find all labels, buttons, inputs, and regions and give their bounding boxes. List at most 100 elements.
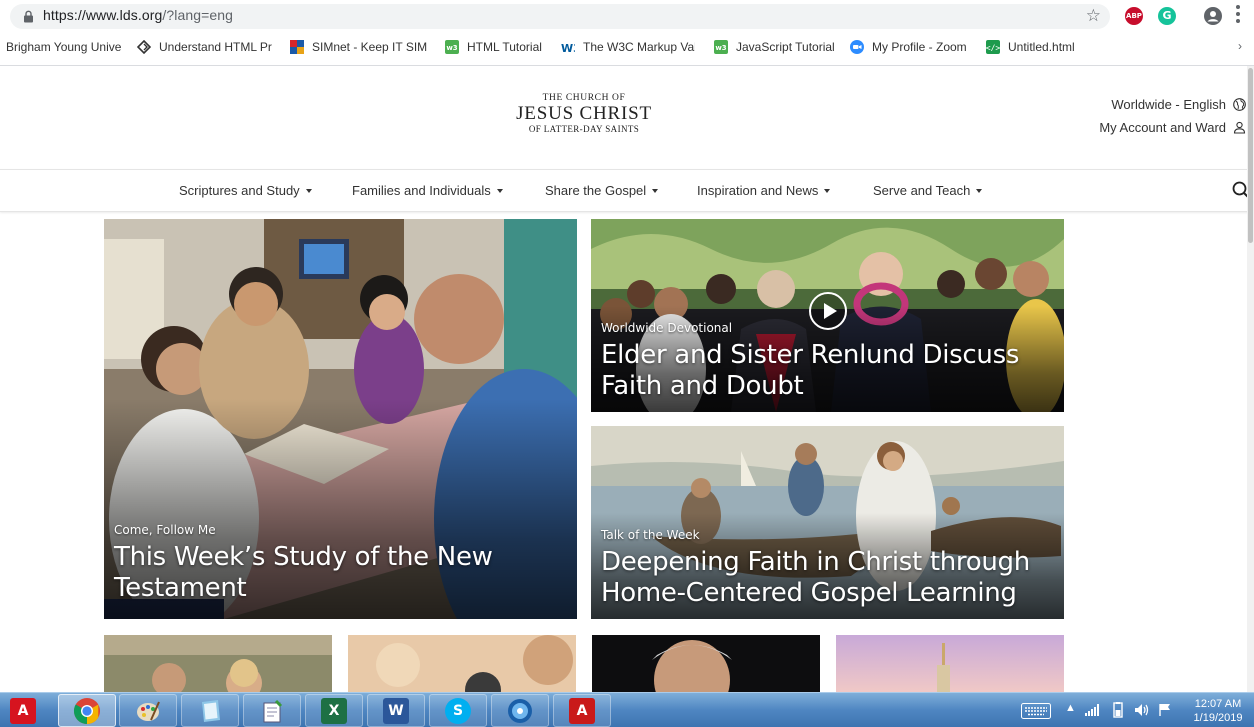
browser-menu-icon[interactable] bbox=[1236, 5, 1240, 25]
signal-icon[interactable] bbox=[1085, 704, 1101, 716]
w3schools-icon: w3 bbox=[445, 40, 459, 54]
bookmark-label: JavaScript Tutorial bbox=[736, 40, 835, 54]
card-headline: This Week’s Study of the New Testament bbox=[114, 542, 493, 604]
thumbnail-image bbox=[592, 635, 820, 693]
nav-label: Serve and Teach bbox=[873, 183, 971, 198]
notebook-icon bbox=[202, 699, 220, 722]
show-hidden-icons-icon[interactable]: ▲ bbox=[1065, 702, 1076, 714]
nav-label: Inspiration and News bbox=[697, 183, 819, 198]
thumbnail-image bbox=[836, 635, 1064, 693]
grammarly-icon[interactable]: G bbox=[1158, 7, 1176, 25]
avira-icon[interactable]: A bbox=[4, 695, 42, 726]
nav-serve-and-teach[interactable]: Serve and Teach bbox=[873, 183, 983, 198]
skype-icon: S bbox=[445, 697, 471, 724]
bookmark-star-icon[interactable]: ☆ bbox=[1086, 6, 1101, 26]
taskbar-chrome[interactable] bbox=[58, 694, 116, 727]
chevron-right-icon[interactable]: › bbox=[1238, 39, 1242, 53]
headline-line: Deepening Faith in Christ through bbox=[601, 547, 1030, 577]
site-logo[interactable]: THE CHURCH OF JESUS CHRIST OF LATTER-DAY… bbox=[500, 93, 668, 135]
nav-families-and-individuals[interactable]: Families and Individuals bbox=[352, 183, 503, 198]
thumbnail-card[interactable] bbox=[592, 635, 820, 693]
scrollbar-thumb[interactable] bbox=[1248, 68, 1253, 243]
bookmark-item[interactable]: Understand HTML Pr bbox=[137, 40, 272, 54]
svg-text:w3: w3 bbox=[715, 44, 726, 52]
volume-icon[interactable] bbox=[1134, 703, 1150, 717]
simnet-icon bbox=[290, 40, 304, 54]
zoom-icon bbox=[850, 40, 864, 54]
caret-down-icon bbox=[652, 189, 659, 193]
caret-down-icon bbox=[976, 189, 983, 193]
address-bar[interactable]: https://www.lds.org/?lang=eng ☆ bbox=[10, 4, 1110, 29]
media-player-icon bbox=[508, 698, 532, 723]
nav-inspiration-and-news[interactable]: Inspiration and News bbox=[697, 183, 831, 198]
main-navigation: Scriptures and Study Families and Indivi… bbox=[0, 169, 1254, 212]
battery-icon[interactable] bbox=[1110, 702, 1126, 718]
chrome-icon bbox=[73, 697, 100, 724]
feature-card-come-follow-me[interactable]: Come, Follow Me This Week’s Study of the… bbox=[104, 219, 577, 619]
account-link[interactable]: My Account and Ward bbox=[1099, 120, 1246, 135]
system-clock[interactable]: 12:07 AM 1/19/2019 bbox=[1188, 697, 1248, 725]
svg-text:W3: W3 bbox=[561, 42, 575, 54]
avira-logo: A bbox=[10, 697, 36, 724]
svg-text:</>: </> bbox=[986, 44, 1000, 53]
page-scrollbar[interactable] bbox=[1247, 66, 1254, 692]
headline-line: Faith and Doubt bbox=[601, 371, 804, 401]
bookmarks-bar: Brigham Young Unive Understand HTML Pr S… bbox=[0, 35, 1254, 61]
nav-scriptures-and-study[interactable]: Scriptures and Study bbox=[179, 183, 312, 198]
taskbar-paint[interactable] bbox=[119, 694, 177, 727]
taskbar-excel[interactable]: X bbox=[305, 694, 363, 727]
headline-line: Elder and Sister Renlund Discuss bbox=[601, 340, 1020, 370]
card-kicker: Worldwide Devotional bbox=[601, 321, 733, 335]
browser-toolbar: https://www.lds.org/?lang=eng ☆ ABP G Br… bbox=[0, 0, 1254, 66]
flag-icon[interactable] bbox=[1158, 703, 1172, 717]
bookmark-item[interactable]: </> Untitled.html bbox=[986, 40, 1086, 54]
svg-text:w3: w3 bbox=[446, 44, 457, 52]
bookmark-label: My Profile - Zoom bbox=[872, 40, 967, 54]
feature-card-talk-of-the-week[interactable]: Talk of the Week Deepening Faith in Chri… bbox=[591, 426, 1064, 619]
bookmark-item[interactable]: Brigham Young Unive bbox=[6, 40, 121, 54]
thumbnail-card[interactable] bbox=[836, 635, 1064, 693]
paint-palette-icon bbox=[137, 701, 160, 721]
logo-line-3: OF LATTER-DAY SAINTS bbox=[528, 124, 640, 134]
diamond-icon bbox=[137, 40, 151, 54]
bookmark-item[interactable]: w3 HTML Tutorial bbox=[445, 40, 545, 54]
thumbnail-card[interactable] bbox=[348, 635, 576, 693]
taskbar-word[interactable]: W bbox=[367, 694, 425, 727]
caret-down-icon bbox=[496, 189, 503, 193]
globe-icon bbox=[1233, 98, 1246, 111]
clock-time: 12:07 AM bbox=[1194, 698, 1242, 710]
url-host: https://www.lds.org bbox=[43, 7, 163, 23]
headline-line: This Week’s Study of the New bbox=[114, 542, 493, 572]
feature-card-worldwide-devotional[interactable]: Worldwide Devotional Elder and Sister Re… bbox=[591, 219, 1064, 412]
taskbar-media-player[interactable] bbox=[491, 694, 549, 727]
notepad-icon bbox=[263, 699, 283, 722]
adblock-plus-icon[interactable]: ABP bbox=[1125, 7, 1143, 25]
url-path: /?lang=eng bbox=[162, 7, 234, 23]
taskbar-acrobat[interactable]: A bbox=[553, 694, 611, 727]
bookmark-item[interactable]: W3 The W3C Markup Val bbox=[561, 40, 695, 54]
card-headline: Deepening Faith in Christ through Home-C… bbox=[601, 547, 1030, 609]
keyboard-icon[interactable] bbox=[1021, 703, 1051, 719]
windows-taskbar: A X W S A ▲ 12:07 AM 1/19/2019 bbox=[0, 692, 1254, 727]
language-selector[interactable]: Worldwide - English bbox=[1111, 97, 1246, 112]
w3schools-icon: w3 bbox=[714, 40, 728, 54]
taskbar-skype[interactable]: S bbox=[429, 694, 487, 727]
play-video-icon[interactable] bbox=[809, 292, 847, 330]
bookmark-item[interactable]: SIMnet - Keep IT SIM bbox=[290, 40, 427, 54]
profile-icon[interactable] bbox=[1204, 7, 1222, 25]
nav-label: Scriptures and Study bbox=[179, 183, 300, 198]
bookmark-item[interactable]: w3 JavaScript Tutorial bbox=[714, 40, 836, 54]
caret-down-icon bbox=[824, 189, 831, 193]
bookmark-label: The W3C Markup Val bbox=[583, 40, 695, 54]
thumbnail-image bbox=[104, 635, 332, 693]
logo-line-2: JESUS CHRIST bbox=[516, 103, 652, 124]
nav-label: Families and Individuals bbox=[352, 183, 491, 198]
taskbar-notebook[interactable] bbox=[181, 694, 239, 727]
thumbnail-card[interactable] bbox=[104, 635, 332, 693]
taskbar-notepad[interactable] bbox=[243, 694, 301, 727]
headline-line: Home-Centered Gospel Learning bbox=[601, 578, 1017, 608]
code-file-icon: </> bbox=[986, 40, 1000, 54]
w3c-icon: W3 bbox=[561, 42, 575, 54]
nav-share-the-gospel[interactable]: Share the Gospel bbox=[545, 183, 659, 198]
bookmark-item[interactable]: My Profile - Zoom bbox=[850, 40, 972, 54]
